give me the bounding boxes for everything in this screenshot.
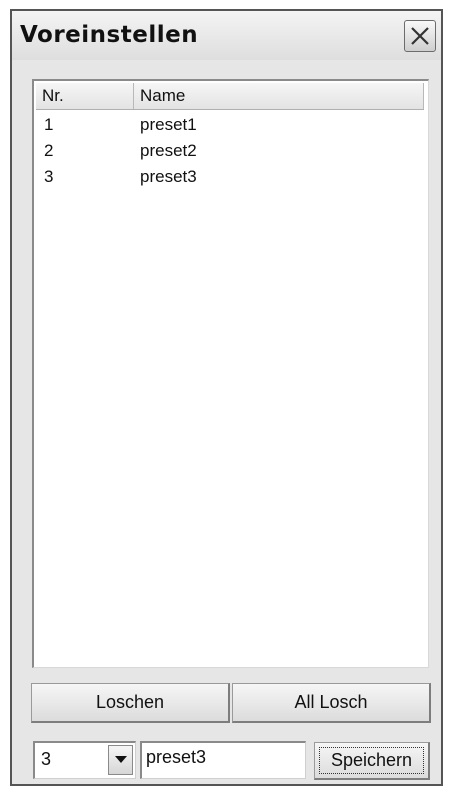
dropdown-button[interactable] xyxy=(108,745,133,775)
chevron-down-icon xyxy=(115,756,127,763)
delete-all-button[interactable]: All Losch xyxy=(232,683,431,723)
window-title: Voreinstellen xyxy=(20,22,199,48)
column-header-nr[interactable]: Nr. xyxy=(36,83,134,109)
list-item-nr: 3 xyxy=(44,167,54,186)
preset-name-input[interactable]: preset3 xyxy=(140,741,306,779)
list-item[interactable]: 1 preset1 xyxy=(36,113,424,139)
list-header: Nr. Name xyxy=(36,83,424,110)
list-item-name: preset2 xyxy=(140,141,197,160)
list-item-nr: 1 xyxy=(44,115,54,134)
list-item[interactable]: 2 preset2 xyxy=(36,139,424,165)
delete-button[interactable]: Loschen xyxy=(31,683,230,723)
list-item-name: preset3 xyxy=(140,167,197,186)
preset-dialog: Voreinstellen Nr. Name 1 preset1 2 prese… xyxy=(10,9,443,786)
column-header-name[interactable]: Name xyxy=(134,83,424,109)
list-item-nr: 2 xyxy=(44,141,54,160)
list-item-name: preset1 xyxy=(140,115,197,134)
preset-number-value: 3 xyxy=(41,749,52,769)
close-button[interactable] xyxy=(404,20,436,52)
title-bar: Voreinstellen xyxy=(12,11,441,60)
close-icon xyxy=(411,27,429,45)
focus-rectangle xyxy=(319,747,424,774)
preset-number-select[interactable]: 3 xyxy=(33,741,136,779)
save-button[interactable]: Speichern xyxy=(314,742,430,780)
list-item[interactable]: 3 preset3 xyxy=(36,165,424,191)
preset-list[interactable]: Nr. Name 1 preset1 2 preset2 3 preset3 xyxy=(32,79,429,668)
list-rows: 1 preset1 2 preset2 3 preset3 xyxy=(36,113,424,191)
